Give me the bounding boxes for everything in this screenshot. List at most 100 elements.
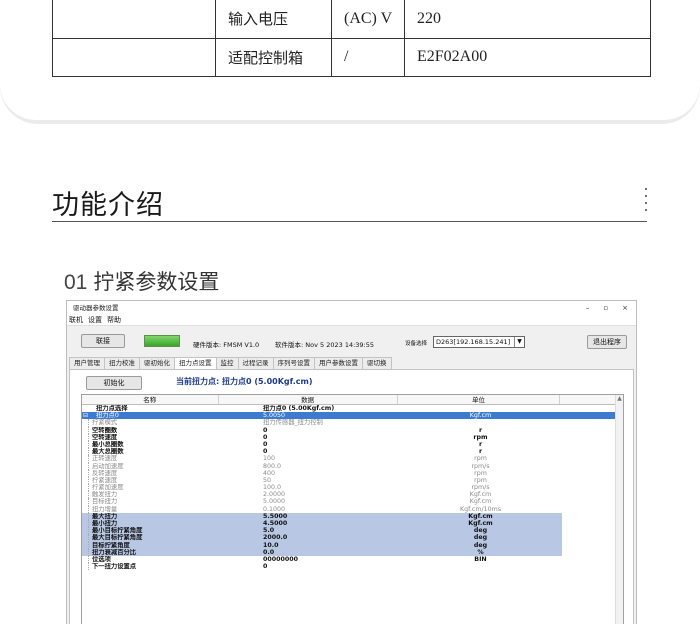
table-row[interactable]: 位选项 00000000 BIN [82,555,623,564]
row-name: 位选项 [82,555,219,564]
row-name: 最大目标拧紧角度 [82,534,219,542]
row-value[interactable]: 0 [219,448,399,455]
row-value[interactable]: 10.0 [219,541,399,549]
tab-process-log[interactable]: 过程记录 [237,357,274,369]
close-icon[interactable]: × [622,301,628,315]
section-divider [52,221,647,222]
row-name: 最大总圈数 [82,448,219,456]
expand-toggle-icon[interactable]: ⊟ [83,412,88,419]
menu-item-settings[interactable]: 设置 [88,315,102,325]
table-row[interactable]: 空转速度 0 rpm [82,433,623,441]
table-row[interactable]: 扭力衰减百分比 0.0% [82,548,623,556]
initialize-button[interactable]: 初始化 [86,376,142,390]
tab-user-management[interactable]: 用户管理 [69,357,105,369]
row-value[interactable]: 00000000 [219,556,399,563]
table-row[interactable]: 扭力点选择 扭力点0 (5.00Kgf.cm) [82,405,623,412]
table-row[interactable]: 触发扭力 2.0000 Kgf.cm [82,491,623,499]
row-name: 目标扭力 [82,498,219,506]
row-unit: rpm [473,433,488,441]
row-value[interactable]: 2.0000 [219,491,399,498]
minimize-icon[interactable]: – [586,301,590,315]
row-value[interactable]: 100 [219,455,399,462]
device-select[interactable]: D263[192.168.15.241] ▼ [433,336,525,348]
row-name: 最小目标拧紧角度 [82,527,219,535]
row-name: 启动加速度 [82,462,219,470]
grid-scrollbar[interactable]: ▲ [615,395,623,624]
row-unit: Kgf.cm [399,520,562,528]
tab-driver-switch[interactable]: 驱切换 [362,357,392,369]
tab-monitor[interactable]: 监控 [215,357,239,369]
spec-empty-cell [52,0,216,39]
section-title: 功能介绍 [52,190,164,221]
connect-button[interactable]: 联接 [81,334,125,348]
table-row[interactable]: 拧紧加速度 100.0 rpm/s [82,484,623,492]
row-value[interactable]: 扭力传感器_扭力控制 [219,419,399,426]
table-row[interactable]: 拧紧模式 扭力传感器_扭力控制 [82,419,623,427]
tab-user-params[interactable]: 用户参数设置 [314,357,363,369]
table-row[interactable]: 最小扭力 4.5000 Kgf.cm [82,520,623,528]
tab-torque-calibration[interactable]: 扭力校准 [104,357,140,369]
menu-item-connect[interactable]: 联机 [69,315,83,325]
row-value[interactable]: 5.0 [219,527,399,535]
menu-item-help[interactable]: 帮助 [107,315,121,325]
row-unit: rpm/s [471,484,490,492]
tab-driver-init[interactable]: 驱初始化 [139,357,175,369]
row-name: 空转圈数 [82,426,219,434]
row-value[interactable]: 100.0 [219,484,399,491]
row-value[interactable]: 5.0050 [219,412,399,419]
scroll-up-icon[interactable]: ▲ [616,395,623,402]
row-unit: % [399,548,562,556]
table-row[interactable]: 扭力增量 0.1000 Kgf.cm/10ms [82,505,623,513]
table-row[interactable]: 最小总圈数 0 r [82,440,623,449]
row-unit [399,419,562,426]
row-value[interactable]: 800.0 [219,463,399,470]
table-row[interactable]: 拧紧速度 50 rpm [82,476,623,485]
table-row[interactable]: 反转速度 400 rpm [82,469,623,477]
row-value[interactable]: 0 [219,563,399,570]
row-value[interactable]: 400 [219,470,399,477]
row-unit: deg [399,527,562,535]
connection-status-indicator [144,335,180,347]
row-value[interactable]: 5.0000 [219,498,399,505]
table-row[interactable]: ⊟ 扭力点0 5.0050 Kgf.cm [82,412,623,420]
table-row[interactable]: 目标扭力 5.0000 Kgf.cm [82,498,623,506]
table-row[interactable]: 目标拧紧角度 10.0 deg [82,541,623,549]
table-row[interactable]: 空转圈数 0 r [82,426,623,434]
row-value[interactable]: 2000.0 [219,534,399,542]
row-value[interactable]: 0 [219,434,399,441]
dropdown-arrow-icon[interactable]: ▼ [514,337,524,347]
tab-panel: 初始化 当前扭力点: 扭力点0 (5.00Kgf.cm) 名称 数据 单位 扭力… [69,369,634,624]
row-unit: rpm [474,476,487,484]
table-row[interactable]: 最大总圈数 0 r [82,448,623,456]
table-row[interactable]: 下一扭力设置点 0 [82,563,623,571]
grid-header: 名称 数据 单位 [82,395,623,405]
row-value[interactable]: 0 [219,441,399,448]
device-select-label: 设备选择 [405,341,428,347]
header-unit[interactable]: 单位 [398,395,561,404]
row-value[interactable]: 4.5000 [219,520,399,528]
maximize-icon[interactable]: ▫ [603,301,608,315]
grid-body: 扭力点选择 扭力点0 (5.00Kgf.cm) ⊟ 扭力点0 5.0050 Kgf.cm 拧… [82,405,623,571]
tab-serial-number[interactable]: 序列号设置 [272,357,315,369]
row-value[interactable]: 0 [219,427,399,434]
row-unit: BIN [474,555,487,563]
row-value[interactable]: 0.0 [219,548,399,556]
row-value[interactable]: 0.1000 [219,506,399,513]
table-row[interactable]: 最小目标拧紧角度 5.0 deg [82,527,623,535]
table-row[interactable]: 启动加速度 800.0 rpm/s [82,462,623,470]
spec-table: 输入电压 (AC) V 220 适配控制箱 / E2F02A00 [52,0,651,77]
row-name: 空转速度 [82,433,219,441]
window-titlebar: 驱动器参数设置 – ▫ × [67,301,636,315]
table-row[interactable]: 最大目标拧紧角度 2000.0 deg [82,534,623,542]
exit-button[interactable]: 退出程序 [587,335,627,349]
row-value[interactable]: 50 [219,477,399,484]
row-value[interactable]: 扭力点0 (5.00Kgf.cm) [219,405,399,412]
header-name[interactable]: 名称 [82,395,219,404]
row-unit: r [478,440,483,448]
sub-title-number: 01 [64,271,88,294]
table-row[interactable]: 正转速度 100 rpm [82,455,623,463]
row-value[interactable]: 5.5000 [219,512,399,520]
table-row[interactable]: 最大扭力 5.5000 Kgf.cm [82,512,623,520]
row-name: 正转速度 [82,455,219,463]
header-value[interactable]: 数据 [219,395,398,404]
